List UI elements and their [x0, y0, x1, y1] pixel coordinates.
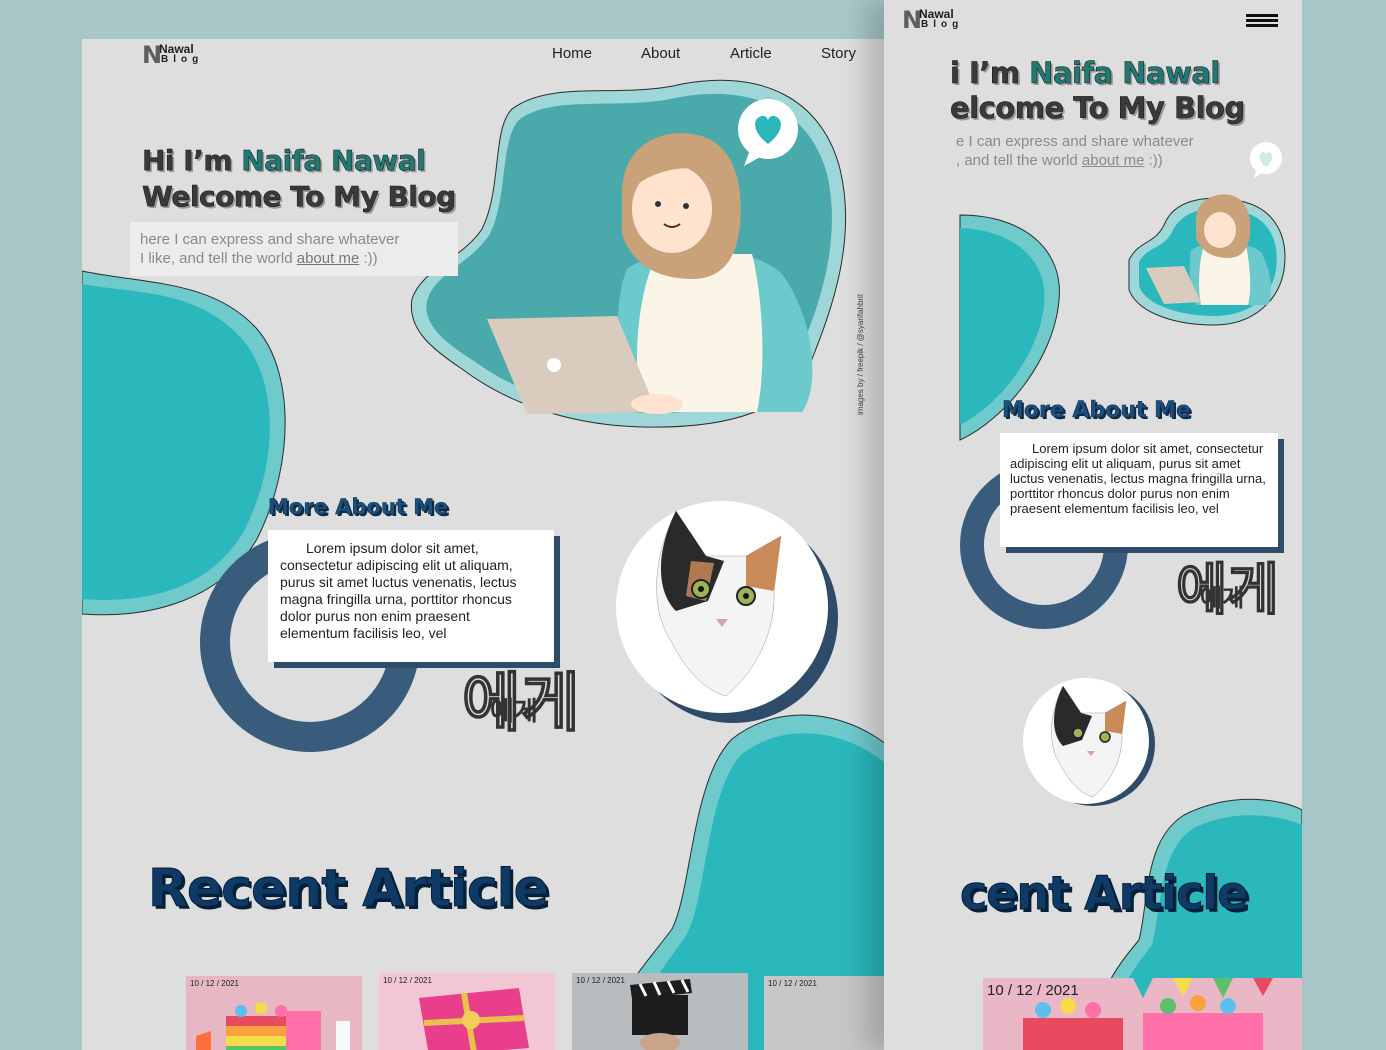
article-date-2: 10 / 12 / 2021	[383, 976, 432, 985]
image-credit: images by / freepik / @syarifahbrit	[856, 293, 865, 415]
hero-greeting: Hi I’m	[142, 144, 242, 178]
desktop-page: N Nawal Blog Home About Article Story Hi…	[82, 39, 960, 1050]
article-date-3: 10 / 12 / 2021	[576, 976, 625, 985]
nav-home[interactable]: Home	[552, 45, 592, 62]
mobile-article-card[interactable]: 10 / 12 / 2021	[983, 978, 1302, 1050]
mobile-hero-welcome: elcome To My Blog	[950, 91, 1246, 126]
heart-bubble-icon	[738, 99, 798, 166]
mobile-hero-sub-line2: , and tell the world	[956, 152, 1082, 169]
mobile-hero-name: Naifa Nawal	[1029, 56, 1221, 91]
mobile-korean-solid-text: 에게	[1200, 584, 1245, 612]
hero-sub-end: :))	[359, 250, 378, 267]
hero-sub-line1: here I can express and share whatever	[140, 231, 400, 248]
about-me-link[interactable]: about me	[297, 250, 360, 267]
hero-illustration	[487, 99, 813, 414]
nav-story[interactable]: Story	[821, 45, 856, 62]
cat-portrait	[616, 501, 838, 723]
hero-heading: Hi I’m Naifa Nawal Welcome To My Blog	[142, 143, 457, 215]
hero-name: Naifa Nawal	[241, 144, 426, 178]
logo-text-bottom: Blog	[161, 54, 204, 65]
nav-article[interactable]: Article	[730, 45, 772, 62]
mobile-hero-heading: i I’m Naifa Nawal elcome To My Blog	[950, 56, 1246, 126]
mobile-about-text: Lorem ipsum dolor sit amet, consectetur …	[1010, 441, 1266, 516]
article-date-4: 10 / 12 / 2021	[768, 979, 817, 988]
hero-sub-line2: I like, and tell the world	[140, 250, 297, 267]
article-card-1[interactable]: 10 / 12 / 2021	[186, 976, 362, 1050]
about-card: Lorem ipsum dolor sit amet, consectetur …	[268, 530, 554, 662]
article-card-3[interactable]: 10 / 12 / 2021	[572, 973, 748, 1050]
hero-welcome: Welcome To My Blog	[142, 180, 457, 214]
recent-article-title: Recent Article	[148, 859, 550, 920]
mobile-page: N Nawal Blog i I’m Naifa Nawal elcome To…	[884, 0, 1302, 1050]
mobile-article-date: 10 / 12 / 2021	[987, 982, 1079, 999]
mobile-logo-text-bottom: Blog	[921, 19, 964, 30]
cat-icon	[656, 510, 782, 697]
korean-solid-text: 에게	[490, 697, 538, 727]
mobile-about-title: More About Me	[1002, 398, 1191, 424]
mobile-hero-illustration	[1146, 194, 1272, 305]
mobile-hero-subtitle: e I can express and share whatever , and…	[956, 132, 1194, 170]
article-date-1: 10 / 12 / 2021	[190, 979, 239, 988]
mobile-recent-article-title: cent Article	[960, 866, 1249, 921]
nav-about[interactable]: About	[641, 45, 680, 62]
about-section-title: More About Me	[268, 495, 449, 520]
mobile-cat-portrait	[1023, 678, 1157, 808]
mobile-heart-bubble-icon	[1250, 142, 1282, 178]
mobile-about-me-link[interactable]: about me	[1082, 152, 1145, 169]
mobile-hero-greeting: i I’m	[950, 56, 1030, 91]
mobile-about-card: Lorem ipsum dolor sit amet, consectetur …	[1000, 433, 1278, 547]
hamburger-menu-icon[interactable]	[1246, 14, 1278, 28]
mobile-hero-sub-line1: e I can express and share whatever	[956, 133, 1194, 150]
article-card-2[interactable]: 10 / 12 / 2021	[379, 973, 555, 1050]
hero-subtitle: here I can express and share whatever I …	[130, 222, 458, 276]
mobile-hero-sub-end: :))	[1144, 152, 1163, 169]
mobile-cat-icon	[1051, 685, 1127, 798]
about-text: Lorem ipsum dolor sit amet, consectetur …	[280, 540, 517, 641]
